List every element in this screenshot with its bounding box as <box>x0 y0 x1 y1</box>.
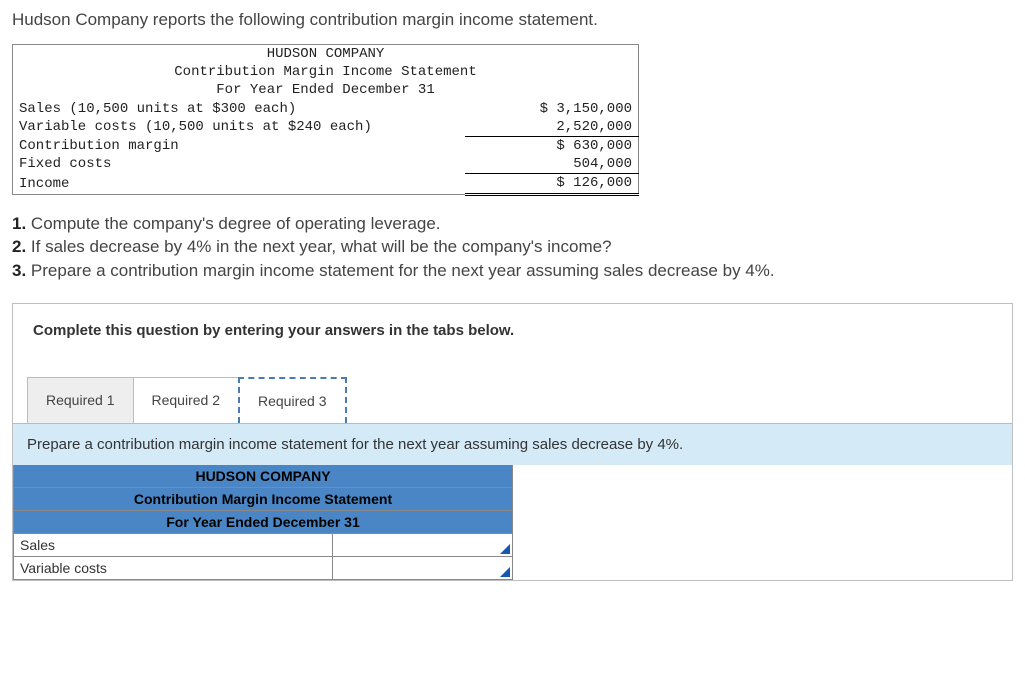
tab-bar: Required 1 Required 2 Required 3 <box>13 377 1012 423</box>
q3-text: Prepare a contribution margin income sta… <box>31 261 775 280</box>
income-statement-table: HUDSON COMPANY Contribution Margin Incom… <box>12 44 639 196</box>
q1-text: Compute the company's degree of operatin… <box>31 214 441 233</box>
ans-sales-label: Sales <box>14 533 333 556</box>
tab-required-2[interactable]: Required 2 <box>133 377 240 423</box>
tab-required-3[interactable]: Required 3 <box>238 377 347 423</box>
row-income-label: Income <box>13 174 466 194</box>
row-cm-label: Contribution margin <box>13 136 466 155</box>
question-list: 1. Compute the company's degree of opera… <box>12 212 1013 283</box>
ans-title: Contribution Margin Income Statement <box>14 487 513 510</box>
stmt-period: For Year Ended December 31 <box>13 81 639 99</box>
row-varcost-value: 2,520,000 <box>465 118 638 137</box>
ans-sales-input[interactable] <box>333 533 513 556</box>
row-varcost-label: Variable costs (10,500 units at $240 eac… <box>13 118 466 137</box>
intro-text: Hudson Company reports the following con… <box>12 10 1013 30</box>
ans-company: HUDSON COMPANY <box>14 465 513 488</box>
row-income-value: $ 126,000 <box>465 174 638 194</box>
row-cm-value: $ 630,000 <box>465 136 638 155</box>
q2-text: If sales decrease by 4% in the next year… <box>31 237 612 256</box>
row-sales-label: Sales (10,500 units at $300 each) <box>13 100 466 118</box>
tab3-prompt: Prepare a contribution margin income sta… <box>13 423 1012 465</box>
row-fixed-label: Fixed costs <box>13 155 466 174</box>
answer-input-table: HUDSON COMPANY Contribution Margin Incom… <box>13 465 513 580</box>
ans-varcost-input[interactable] <box>333 556 513 579</box>
stmt-company: HUDSON COMPANY <box>13 45 639 64</box>
tab-required-1[interactable]: Required 1 <box>27 377 134 423</box>
ans-period: For Year Ended December 31 <box>14 510 513 533</box>
instruction-text: Complete this question by entering your … <box>13 304 1012 357</box>
row-sales-value: $ 3,150,000 <box>465 100 638 118</box>
ans-varcost-label: Variable costs <box>14 556 333 579</box>
stmt-title: Contribution Margin Income Statement <box>13 63 639 81</box>
row-fixed-value: 504,000 <box>465 155 638 174</box>
answer-panel: Complete this question by entering your … <box>12 303 1013 581</box>
